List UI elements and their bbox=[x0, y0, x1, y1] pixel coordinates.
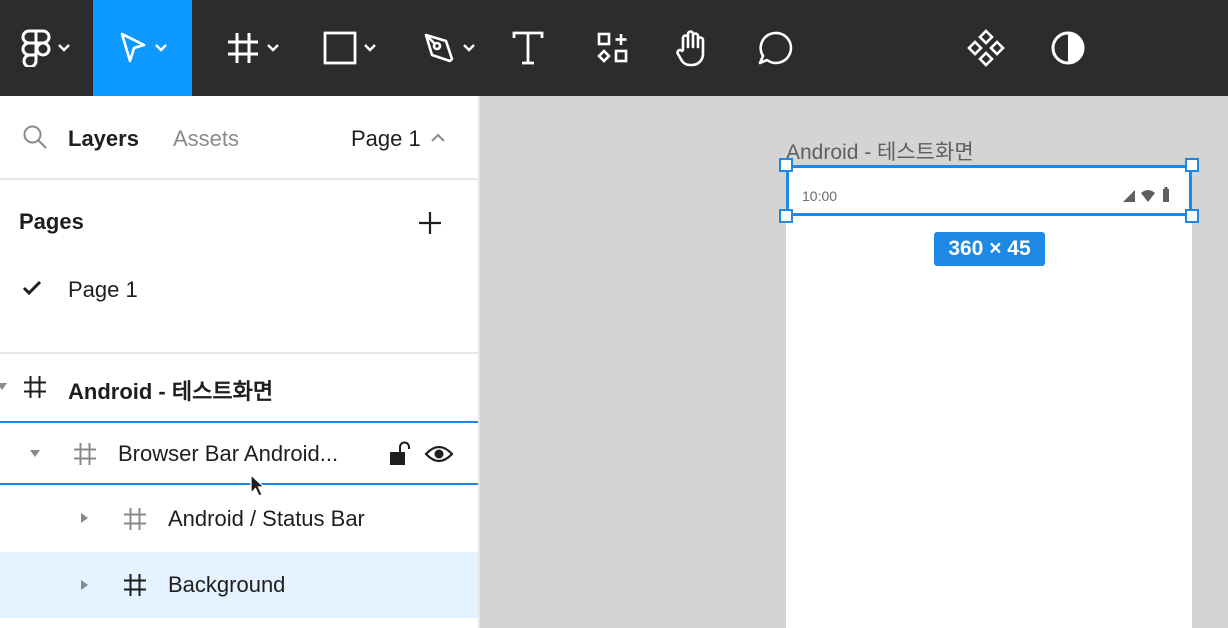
chevron-down-icon bbox=[58, 44, 70, 52]
resize-handle[interactable] bbox=[1185, 158, 1199, 172]
checkmark-icon bbox=[22, 280, 42, 296]
text-t-icon bbox=[512, 31, 544, 65]
caret-down-icon[interactable] bbox=[0, 382, 8, 392]
hand-tool-button[interactable] bbox=[668, 0, 718, 96]
layer-row[interactable]: Browser Bar Android... bbox=[0, 421, 478, 485]
chevron-down-icon bbox=[267, 44, 279, 52]
layer-label: Browser Bar Android... bbox=[118, 441, 339, 466]
tab-assets[interactable]: Assets bbox=[173, 126, 239, 152]
frame-hash-icon bbox=[124, 574, 146, 596]
theme-toggle-button[interactable] bbox=[1044, 0, 1092, 96]
panel-header: Layers Assets Page 1 bbox=[0, 96, 478, 180]
chevron-down-icon bbox=[463, 44, 475, 52]
caret-right-icon[interactable] bbox=[80, 579, 90, 591]
chevron-down-icon bbox=[364, 44, 376, 52]
resources-icon bbox=[597, 32, 628, 63]
components-button[interactable] bbox=[962, 0, 1010, 96]
add-page-plus-icon[interactable] bbox=[417, 210, 443, 236]
rectangle-icon bbox=[323, 31, 357, 65]
layer-label: Background bbox=[168, 572, 286, 597]
contrast-icon bbox=[1051, 31, 1085, 65]
toolbar bbox=[0, 0, 1228, 96]
comment-bubble-icon bbox=[758, 31, 793, 65]
page-selector[interactable]: Page 1 bbox=[351, 126, 421, 152]
frame-hash-icon bbox=[74, 443, 96, 465]
chevron-up-icon[interactable] bbox=[430, 132, 446, 144]
pen-nib-icon bbox=[424, 33, 454, 63]
frame-title[interactable]: Android - 테스트화면 bbox=[786, 136, 974, 166]
layer-label: Android / Status Bar bbox=[168, 506, 365, 531]
frame-hash-icon bbox=[228, 33, 258, 63]
layer-row[interactable]: Android / Status Bar bbox=[0, 486, 478, 550]
main-menu-button[interactable] bbox=[0, 0, 92, 96]
pages-section-title: Pages bbox=[19, 209, 84, 234]
selection-outline bbox=[786, 165, 1192, 216]
search-icon[interactable] bbox=[22, 124, 48, 150]
comment-tool-button[interactable] bbox=[750, 0, 800, 96]
page-item[interactable]: Page 1 bbox=[0, 266, 478, 310]
chevron-down-icon bbox=[154, 44, 167, 52]
unlock-icon[interactable] bbox=[388, 441, 410, 467]
layers-panel: Layers Assets Page 1 Pages Page 1 Androi… bbox=[0, 96, 480, 628]
resize-handle[interactable] bbox=[779, 209, 793, 223]
eye-icon[interactable] bbox=[424, 443, 454, 465]
move-tool-button[interactable] bbox=[93, 0, 192, 96]
caret-right-icon[interactable] bbox=[80, 512, 90, 524]
caret-down-icon[interactable] bbox=[29, 449, 41, 459]
components-icon bbox=[967, 29, 1005, 67]
tab-layers[interactable]: Layers bbox=[68, 126, 139, 152]
resize-handle[interactable] bbox=[779, 158, 793, 172]
layer-row[interactable]: Android - 테스트화면 bbox=[0, 354, 478, 418]
design-canvas[interactable]: Android - 테스트화면 10:00 360 × 45 bbox=[482, 96, 1228, 628]
resources-button[interactable] bbox=[588, 0, 638, 96]
hand-icon bbox=[676, 30, 705, 67]
layer-row[interactable]: Background bbox=[0, 552, 478, 618]
page-item-label: Page 1 bbox=[68, 277, 138, 302]
layer-label: Android - 테스트화면 bbox=[68, 379, 274, 404]
dimension-badge: 360 × 45 bbox=[934, 232, 1045, 266]
figma-logo-icon bbox=[21, 29, 51, 67]
resize-handle[interactable] bbox=[1185, 209, 1199, 223]
shape-tool-button[interactable] bbox=[305, 0, 395, 96]
cursor-arrow-icon bbox=[120, 32, 145, 63]
frame-tool-button[interactable] bbox=[208, 0, 298, 96]
frame-hash-icon bbox=[124, 508, 146, 530]
pen-tool-button[interactable] bbox=[404, 0, 494, 96]
frame-hash-icon bbox=[24, 376, 46, 398]
text-tool-button[interactable] bbox=[504, 0, 552, 96]
